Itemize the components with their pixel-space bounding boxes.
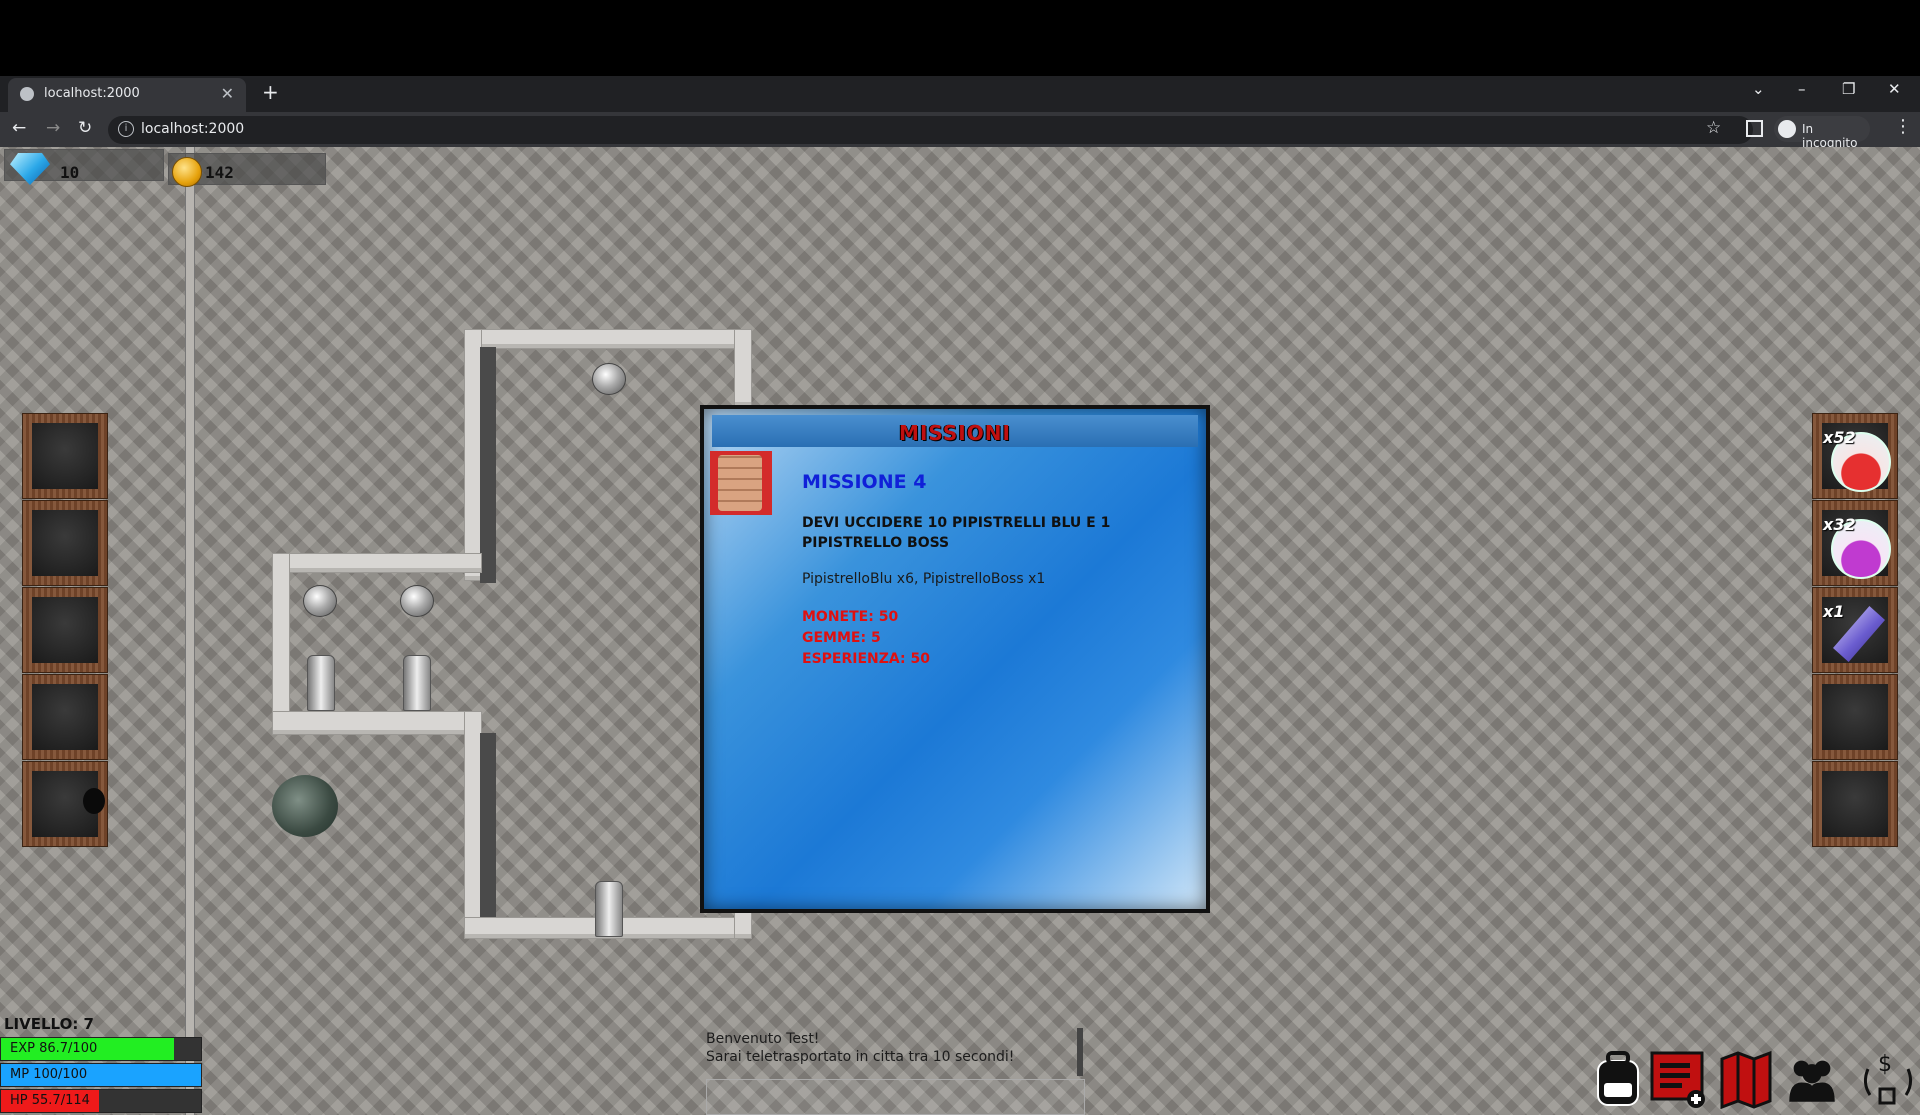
orb-statue[interactable]	[400, 585, 434, 617]
tab-search-icon[interactable]: ⌄	[1752, 80, 1765, 98]
mp-text: MP 100/100	[10, 1067, 88, 1082]
incognito-icon	[1778, 120, 1796, 138]
inventory-slot-left[interactable]	[22, 500, 108, 586]
chat-log: Benvenuto Test! Sarai teletrasportato in…	[706, 1030, 1014, 1066]
close-tab-icon[interactable]: ✕	[221, 84, 234, 103]
orb-statue[interactable]	[303, 585, 337, 617]
coins-count: 142	[205, 163, 234, 182]
scroll-paper	[718, 455, 762, 511]
empty-slot	[32, 597, 98, 663]
browser-menu-icon[interactable]: ⋮	[1894, 116, 1912, 137]
map-icon[interactable]	[1718, 1049, 1774, 1109]
quest-list-icon[interactable]	[1650, 1049, 1706, 1109]
reward-coins: MONETE: 50	[802, 609, 899, 625]
empty-slot	[1822, 684, 1888, 750]
party-icon[interactable]	[1784, 1049, 1840, 1109]
mission-name: MISSIONE 4	[802, 471, 927, 493]
url-text: localhost:2000	[141, 121, 245, 137]
level-label: LIVELLO: 7	[4, 1015, 94, 1033]
empty-slot	[32, 510, 98, 576]
empty-slot	[32, 423, 98, 489]
browser-tab[interactable]: localhost:2000 ✕	[8, 78, 246, 112]
url-field[interactable]: i localhost:2000	[108, 116, 1753, 144]
tab-title: localhost:2000	[44, 86, 140, 101]
rock-pile[interactable]	[272, 775, 338, 837]
tab-strip	[0, 76, 1920, 112]
empty-slot	[1822, 771, 1888, 837]
mp-bar: MP 100/100	[0, 1063, 202, 1087]
hp-text: HP 55.7/114	[10, 1093, 90, 1108]
pillar-statue[interactable]	[595, 881, 623, 937]
map-boundary-line	[185, 147, 195, 1115]
missions-header: MISSIONI	[712, 415, 1198, 447]
wall	[272, 553, 290, 735]
wall	[272, 711, 482, 735]
coin-icon	[172, 157, 202, 187]
wall	[272, 553, 482, 573]
back-button[interactable]: ←	[12, 118, 26, 138]
exp-text: EXP 86.7/100	[10, 1041, 98, 1056]
wall-shadow	[480, 347, 496, 583]
side-panel-icon[interactable]	[1746, 120, 1763, 137]
gems-count: 10	[60, 163, 80, 182]
info-icon[interactable]: i	[118, 121, 134, 137]
inventory-slot-right[interactable]: x52	[1812, 413, 1898, 499]
item-quantity: x52	[1823, 428, 1856, 447]
missions-dialog: MISSIONI MISSIONE 4 DEVI UCCIDERE 10 PIP…	[700, 405, 1210, 913]
wall-shadow	[480, 733, 496, 929]
chat-scrollbar[interactable]	[1077, 1028, 1083, 1076]
chat-line: Benvenuto Test!	[706, 1031, 820, 1047]
backpack-icon[interactable]	[1590, 1049, 1646, 1109]
incognito-badge[interactable]: In incognito	[1774, 116, 1870, 150]
mission-description: DEVI UCCIDERE 10 PIPISTRELLI BLU E 1 PIP…	[802, 515, 1111, 551]
mission-targets: PipistrelloBlu x6, PipistrelloBoss x1	[802, 571, 1046, 587]
wall	[734, 329, 752, 407]
item-quantity: x32	[1823, 515, 1856, 534]
os-top-bar	[0, 0, 1920, 76]
inventory-slot-left[interactable]	[22, 587, 108, 673]
inventory-slot-right[interactable]: x1	[1812, 587, 1898, 673]
exp-bar: EXP 86.7/100	[0, 1037, 202, 1061]
globe-icon	[20, 87, 34, 101]
forward-button[interactable]: →	[46, 118, 60, 138]
wall	[464, 329, 752, 349]
inventory-slot-left[interactable]	[22, 413, 108, 499]
chat-input[interactable]	[706, 1079, 1085, 1115]
reload-button[interactable]: ↻	[78, 118, 92, 138]
restore-button[interactable]: ❐	[1842, 80, 1855, 98]
incognito-label: In incognito	[1802, 122, 1858, 150]
inventory-slot-left[interactable]	[22, 761, 108, 847]
missions-title: MISSIONI	[899, 421, 1011, 445]
inventory-slot-right[interactable]	[1812, 674, 1898, 760]
close-window-button[interactable]: ✕	[1888, 80, 1901, 98]
chat-line: Sarai teletrasportato in citta tra 10 se…	[706, 1049, 1015, 1065]
orb-statue[interactable]	[592, 363, 626, 395]
item-quantity: x1	[1823, 602, 1845, 621]
new-tab-button[interactable]: +	[262, 80, 279, 104]
scroll-icon[interactable]	[710, 451, 772, 515]
dark-item-icon	[83, 788, 105, 814]
reward-gems: GEMME: 5	[802, 630, 881, 646]
inventory-slot-right[interactable]: x32	[1812, 500, 1898, 586]
inventory-slot-right[interactable]	[1812, 761, 1898, 847]
bookmark-star-icon[interactable]: ☆	[1706, 118, 1721, 138]
pillar-statue[interactable]	[307, 655, 335, 711]
minimize-button[interactable]: –	[1798, 80, 1806, 98]
pillar-statue[interactable]	[403, 655, 431, 711]
svg-text:$: $	[1878, 1052, 1892, 1077]
reward-exp: ESPERIENZA: 50	[802, 651, 930, 667]
empty-slot	[32, 684, 98, 750]
inventory-slot-left[interactable]	[22, 674, 108, 760]
hp-bar: HP 55.7/114	[0, 1089, 202, 1113]
currency-exchange-icon[interactable]: $	[1860, 1049, 1916, 1109]
